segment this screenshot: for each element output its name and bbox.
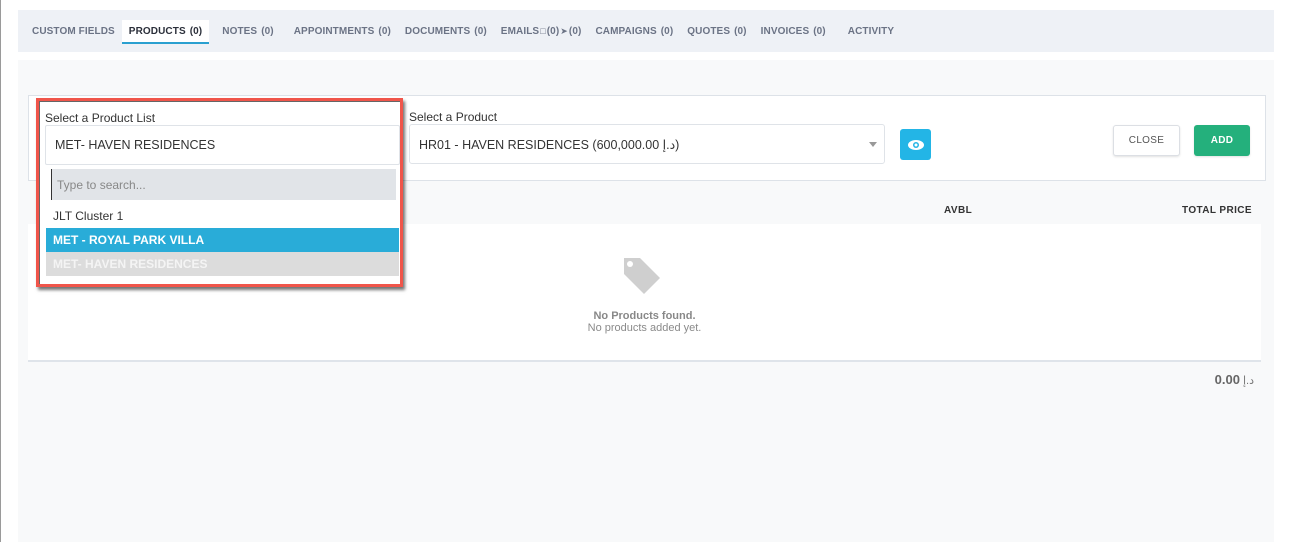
tab-label: APPOINTMENTS <box>293 25 375 37</box>
tab-count: (0) <box>378 25 391 37</box>
product-list-select[interactable]: MET- HAVEN RESIDENCES <box>45 125 400 165</box>
tab-label: PRODUCTS <box>128 25 186 37</box>
total-currency: د.إ <box>1242 375 1254 387</box>
product-select-value: HR01 - HAVEN RESIDENCES (600,000.00 د.إ) <box>419 137 680 152</box>
product-list-search-input[interactable] <box>51 169 396 200</box>
tab-count-out: (0) <box>568 25 582 37</box>
product-list-select-value: MET- HAVEN RESIDENCES <box>55 138 216 152</box>
tab-documents[interactable]: DOCUMENTS (0) <box>398 18 494 44</box>
tab-count: (0) <box>189 25 203 37</box>
dropdown-option-selected[interactable]: MET- HAVEN RESIDENCES <box>46 252 399 276</box>
tab-bar: CUSTOM FIELDS PRODUCTS (0) NOTES (0) APPOI… <box>18 10 1274 52</box>
product-select[interactable]: HR01 - HAVEN RESIDENCES (600,000.00 د.إ) <box>409 124 885 164</box>
tab-count: (0) <box>660 25 674 37</box>
tab-label: CUSTOM FIELDS <box>32 25 115 37</box>
tab-emails[interactable]: EMAILS □ (0) ➤ (0) <box>494 18 589 44</box>
empty-state-subtitle: No products added yet. <box>587 322 702 334</box>
tab-count: (0) <box>734 25 747 37</box>
preview-button[interactable] <box>900 129 931 160</box>
chevron-down-icon <box>869 142 877 147</box>
tab-campaigns[interactable]: CAMPAIGNS (0) <box>588 18 680 44</box>
total-amount: 0.00 <box>1214 372 1240 387</box>
product-list-label: Select a Product List <box>45 111 156 125</box>
grand-total: 0.00 د.إ <box>1215 372 1254 387</box>
tab-appointments[interactable]: APPOINTMENTS (0) <box>287 18 398 44</box>
column-header-total-price: TOTAL PRICE <box>1182 205 1252 216</box>
product-list-dropdown: Select a Product List MET- HAVEN RESIDEN… <box>36 98 403 287</box>
send-icon: ➤ <box>560 25 568 36</box>
tab-custom-fields[interactable]: CUSTOM FIELDS <box>25 18 122 44</box>
dropdown-option[interactable]: JLT Cluster 1 <box>46 204 399 228</box>
column-header-avbl: AVBL <box>944 205 973 216</box>
dropdown-option-hovered[interactable]: MET - ROYAL PARK VILLA <box>46 228 399 252</box>
tab-label: EMAILS <box>500 25 540 37</box>
inbox-icon: □ <box>540 26 546 36</box>
tab-label: INVOICES <box>760 25 810 37</box>
tab-label: ACTIVITY <box>847 25 895 37</box>
product-label: Select a Product <box>409 110 498 124</box>
tag-icon <box>624 258 660 294</box>
tab-invoices[interactable]: INVOICES (0) <box>754 18 833 44</box>
empty-state-title: No Products found. <box>593 310 696 322</box>
add-button[interactable]: ADD <box>1194 125 1250 156</box>
window-edge <box>0 0 1 542</box>
tab-count-in: (0) <box>546 25 560 37</box>
tab-label: QUOTES <box>687 25 731 37</box>
tab-products[interactable]: PRODUCTS (0) <box>121 20 210 44</box>
close-button[interactable]: CLOSE <box>1113 125 1180 156</box>
tab-notes[interactable]: NOTES (0) <box>215 18 280 44</box>
tab-activity[interactable]: ACTIVITY <box>841 18 901 44</box>
tab-quotes[interactable]: QUOTES (0) <box>680 18 753 44</box>
tab-label: DOCUMENTS <box>404 25 471 37</box>
eye-icon <box>907 139 924 150</box>
tab-label: NOTES <box>222 25 258 37</box>
tab-label: CAMPAIGNS <box>595 25 657 37</box>
tab-count: (0) <box>261 25 274 37</box>
tab-count: (0) <box>813 25 826 37</box>
tab-count: (0) <box>474 25 487 37</box>
